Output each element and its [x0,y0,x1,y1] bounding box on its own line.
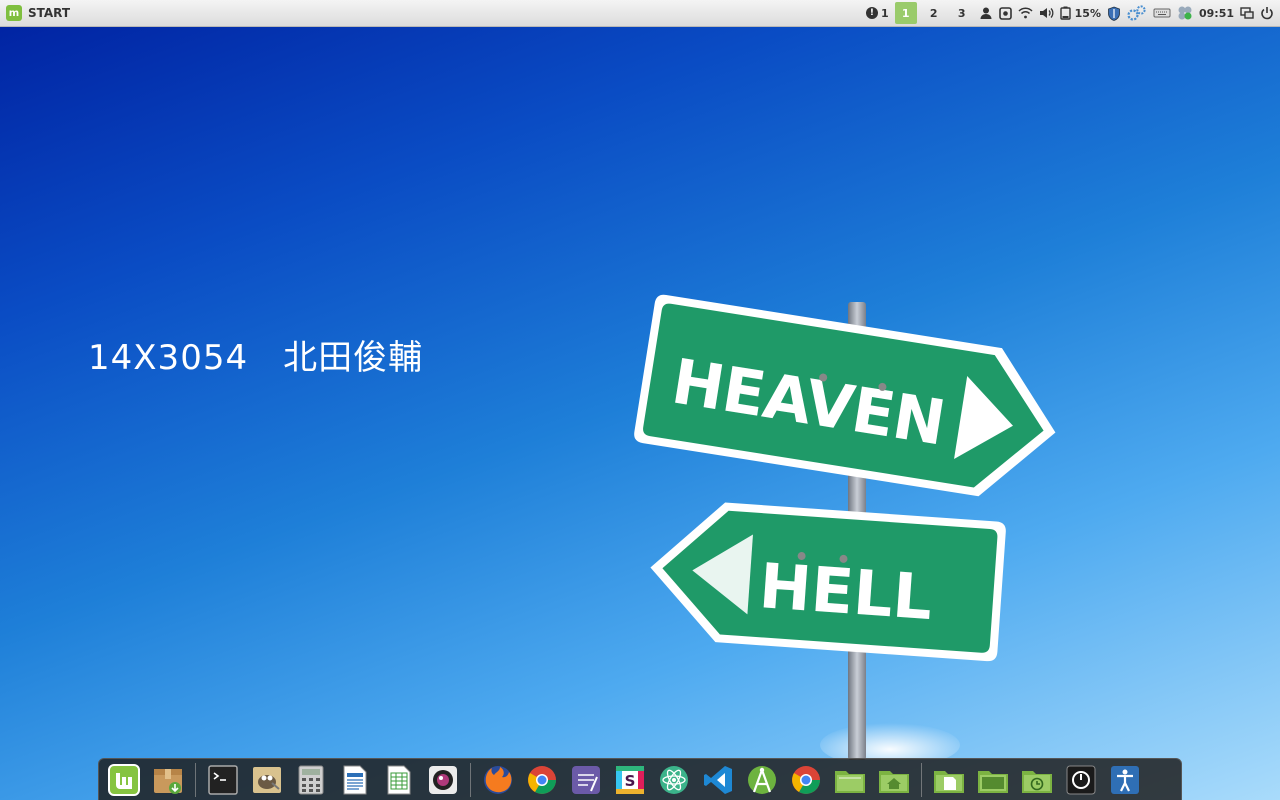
alerts-count: 1 [880,6,889,20]
clock[interactable]: 09:51 [1199,7,1234,20]
linux-mint-logo-icon: m [6,5,22,21]
dock-item-software-manager[interactable] [149,761,187,799]
screenshot-icon[interactable] [998,2,1012,24]
calculator-icon [298,765,324,794]
libreoffice-calc-icon [387,765,411,794]
dock-item-shutdown[interactable] [1062,761,1100,799]
dock-item-menu[interactable] [105,761,143,799]
top-panel: m START ! 1 1 2 3 15% 09:51 [0,0,1280,27]
accessibility-icon [1111,765,1139,794]
chromium-icon [792,765,820,794]
dock-item-android-studio[interactable] [743,761,781,799]
alerts-indicator[interactable]: ! 1 [865,2,889,24]
dock-item-atom[interactable] [655,761,693,799]
atom-icon [660,765,688,794]
dock-item-files[interactable] [831,761,869,799]
dock-item-slack[interactable]: S [611,761,649,799]
hell-sign: HELL [650,502,1006,662]
dock-item-documents[interactable] [930,761,968,799]
dock-item-camera[interactable] [424,761,462,799]
document-folder-icon [934,770,964,793]
shutdown-icon [1066,765,1096,794]
heaven-sign: HEAVEN [634,294,1056,497]
bluetooth-icon[interactable] [1177,2,1193,24]
dock-item-calculator[interactable] [292,761,330,799]
home-folder-icon [879,770,909,793]
dock-item-desktop-folder[interactable] [974,761,1012,799]
dock-item-chromium[interactable] [787,761,825,799]
dock-separator [921,762,922,797]
dock-item-text-editor[interactable] [567,761,605,799]
desktop-label: 14X3054 北田俊輔 [88,338,424,378]
battery-percent: 15% [1074,6,1101,20]
system-tray: ! 1 1 2 3 15% 09:51 [865,0,1280,26]
svg-text:S: S [625,772,636,790]
dock-item-writer[interactable] [336,761,374,799]
wallpaper-signpost: HEAVEN HELL [634,294,1056,760]
gimp-icon [253,766,281,793]
vscode-icon [704,765,732,794]
shield-icon[interactable] [1107,2,1121,24]
chrome-icon [528,765,556,794]
dock-item-chrome[interactable] [523,761,561,799]
dock-separator [470,762,471,797]
dock-item-terminal[interactable] [204,761,242,799]
workspace-3[interactable]: 3 [951,2,973,24]
software-manager-icon [154,768,182,794]
user-icon[interactable] [979,2,993,24]
dock-item-calc[interactable] [380,761,418,799]
workspace-1[interactable]: 1 [894,2,917,24]
dock: S [98,758,1182,800]
terminal-icon [208,764,238,795]
window-list-icon[interactable] [1240,2,1254,24]
battery-icon [1059,6,1071,20]
dock-item-vscode[interactable] [699,761,737,799]
dock-item-accessibility[interactable] [1106,761,1144,799]
desktop-folder-icon [978,770,1008,793]
alert-icon: ! [865,7,878,19]
camera-icon [429,765,457,794]
slack-icon: S [615,765,645,794]
volume-icon[interactable] [1039,2,1054,24]
battery-indicator[interactable]: 15% [1059,2,1101,24]
workspace-2[interactable]: 2 [923,2,945,24]
files-icon [835,770,865,793]
linux-mint-menu-icon [108,763,140,796]
dock-item-firefox[interactable] [479,761,517,799]
dock-item-gimp[interactable] [248,761,286,799]
dock-separator [195,762,196,797]
firefox-icon [484,765,512,794]
start-menu-button[interactable]: m START [0,0,78,26]
history-folder-icon [1022,770,1052,793]
dock-item-history-folder[interactable] [1018,761,1056,799]
libreoffice-writer-icon [343,765,367,794]
wifi-icon[interactable] [1018,2,1033,24]
dock-item-home-folder[interactable] [875,761,913,799]
start-label: START [28,6,71,20]
keyboard-icon[interactable] [1153,2,1171,24]
text-editor-icon [572,765,600,794]
power-icon[interactable] [1260,2,1274,24]
network-settings-icon[interactable] [1127,2,1147,24]
android-studio-icon [748,765,776,794]
